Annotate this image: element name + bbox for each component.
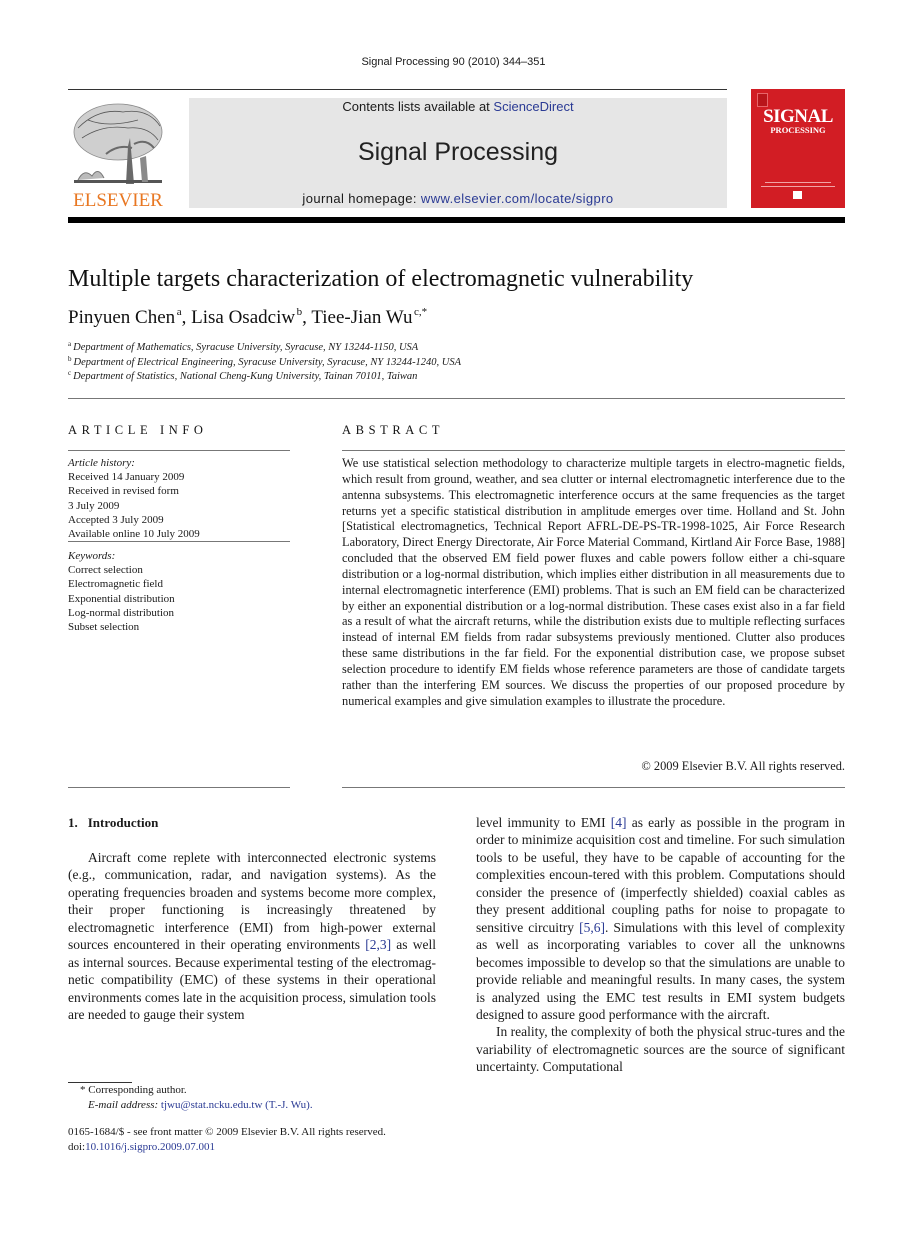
cover-publisher-icon xyxy=(757,93,768,107)
tree-icon xyxy=(73,103,163,184)
author-separator: , xyxy=(302,307,312,328)
keywords-label: Keywords: xyxy=(68,550,116,562)
affiliation-item: b Department of Electrical Engineering, S… xyxy=(68,354,462,371)
affiliation-mark: c xyxy=(68,369,72,377)
footnote-mark: * xyxy=(80,1084,86,1096)
front-matter-text: 0165-1684/$ - see front matter © 2009 El… xyxy=(68,1126,386,1138)
history-item: Received 14 January 2009 xyxy=(68,471,185,484)
citation-link[interactable]: [2,3] xyxy=(365,937,391,952)
journal-cover-thumbnail[interactable]: SIGNAL PROCESSING xyxy=(751,89,845,208)
article-info-heading: ARTICLE INFO xyxy=(68,423,208,437)
keywords: Keywords: Correct selection Electromagne… xyxy=(68,549,290,634)
affiliation-mark: b xyxy=(68,354,72,363)
email-link[interactable]: tjwu@stat.ncku.edu.tw (T.-J. Wu). xyxy=(161,1099,313,1111)
cover-logo-icon xyxy=(793,191,802,199)
homepage-prefix: journal homepage: xyxy=(302,191,421,206)
cover-divider xyxy=(761,186,835,187)
journal-homepage-link[interactable]: www.elsevier.com/locate/sigpro xyxy=(421,191,614,206)
contents-line: Contents lists available at ScienceDirec… xyxy=(189,99,727,114)
history-item: 3 July 2009 xyxy=(68,499,120,512)
corresponding-author-note: * Corresponding author. xyxy=(68,1083,313,1098)
abstract-heading: ABSTRACT xyxy=(342,423,445,437)
doi-line: doi:10.1016/j.sigpro.2009.07.001 xyxy=(68,1140,386,1155)
elsevier-wordmark: ELSEVIER xyxy=(73,190,163,211)
section-number: 1. xyxy=(68,815,78,830)
contents-prefix: Contents lists available at xyxy=(342,99,494,114)
footnote: * Corresponding author. E-mail address: … xyxy=(68,1083,313,1113)
paragraph: Aircraft come replete with interconnecte… xyxy=(68,849,436,1024)
affiliations: a Department of Mathematics, Syracuse Uni… xyxy=(68,341,461,385)
article-history: Article history: Received 14 January 200… xyxy=(68,456,290,541)
paragraph-text: level immunity to EMI xyxy=(476,815,611,830)
doi-prefix: doi: xyxy=(68,1141,86,1153)
body-column-right: level immunity to EMI [4] as early as po… xyxy=(476,814,845,1076)
divider xyxy=(68,450,290,451)
journal-homepage-line: journal homepage: www.elsevier.com/locat… xyxy=(189,191,727,206)
sciencedirect-link[interactable]: ScienceDirect xyxy=(493,99,573,114)
keyword-item: Correct selection xyxy=(68,564,143,577)
running-head: Signal Processing 90 (2010) 344–351 xyxy=(361,56,546,68)
cover-title-line2: PROCESSING xyxy=(770,125,826,135)
affiliation-mark: a xyxy=(68,340,72,348)
keyword-item: Electromagnetic field xyxy=(68,578,163,591)
paragraph-text: . Simulations with this level of complex… xyxy=(476,919,845,1022)
citation-link[interactable]: [4] xyxy=(611,815,627,830)
body-column-left: Aircraft come replete with interconnecte… xyxy=(68,849,436,1024)
header-bottom-bar xyxy=(68,217,845,223)
section-heading: 1. Introduction xyxy=(68,815,158,831)
divider xyxy=(342,450,845,451)
history-item: Accepted 3 July 2009 xyxy=(68,513,164,526)
author-affiliation-mark[interactable]: c,* xyxy=(414,306,427,318)
paragraph-text: as early as possible in the program in o… xyxy=(476,815,845,935)
article-history-label: Article history: xyxy=(68,457,135,469)
affiliation-item: c Department of Statistics, National Chen… xyxy=(68,370,461,385)
front-matter: 0165-1684/$ - see front matter © 2009 El… xyxy=(68,1125,386,1155)
affiliation-item: a Department of Mathematics, Syracuse Uni… xyxy=(68,341,461,356)
history-item: Available online 10 July 2009 xyxy=(68,528,200,541)
section-title: Introduction xyxy=(87,815,159,830)
article-title: Multiple targets characterization of ele… xyxy=(68,266,694,292)
author-name[interactable]: Lisa Osadciw xyxy=(191,307,295,328)
divider xyxy=(68,541,290,542)
journal-name: Signal Processing xyxy=(357,138,559,166)
history-item: Received in revised form xyxy=(68,485,179,498)
keyword-item: Log-normal distribution xyxy=(68,606,175,619)
affiliation-text: Department of Electrical Engineering, Sy… xyxy=(73,356,462,368)
author-name[interactable]: Pinyuen Chen xyxy=(68,307,175,328)
citation-link[interactable]: [5,6] xyxy=(579,920,605,935)
email-note: E-mail address: tjwu@stat.ncku.edu.tw (T… xyxy=(68,1098,313,1113)
abstract-copyright: © 2009 Elsevier B.V. All rights reserved… xyxy=(641,759,845,773)
keyword-item: Exponential distribution xyxy=(68,592,175,605)
affiliation-text: Department of Mathematics, Syracuse Univ… xyxy=(73,342,419,353)
affiliation-text: Department of Statistics, National Cheng… xyxy=(73,371,418,382)
paragraph: In reality, the complexity of both the p… xyxy=(476,1024,845,1075)
cover-divider xyxy=(765,182,831,183)
header-top-rule xyxy=(68,89,727,90)
footnote-text: Corresponding author. xyxy=(88,1084,187,1096)
author-separator: , xyxy=(181,307,192,328)
paragraph: level immunity to EMI [4] as early as po… xyxy=(476,814,845,1023)
doi-link[interactable]: 10.1016/j.sigpro.2009.07.001 xyxy=(85,1141,215,1153)
divider xyxy=(68,398,845,399)
divider xyxy=(68,787,290,788)
author-name[interactable]: Tiee-Jian Wu xyxy=(311,307,412,328)
keyword-item: Subset selection xyxy=(68,621,140,634)
divider xyxy=(342,787,845,788)
author-list: Pinyuen Chen a, Lisa Osadciw b, Tiee-Jia… xyxy=(68,307,427,329)
email-label: E-mail address: xyxy=(88,1099,159,1111)
abstract-text: We use statistical selection methodology… xyxy=(342,456,845,708)
